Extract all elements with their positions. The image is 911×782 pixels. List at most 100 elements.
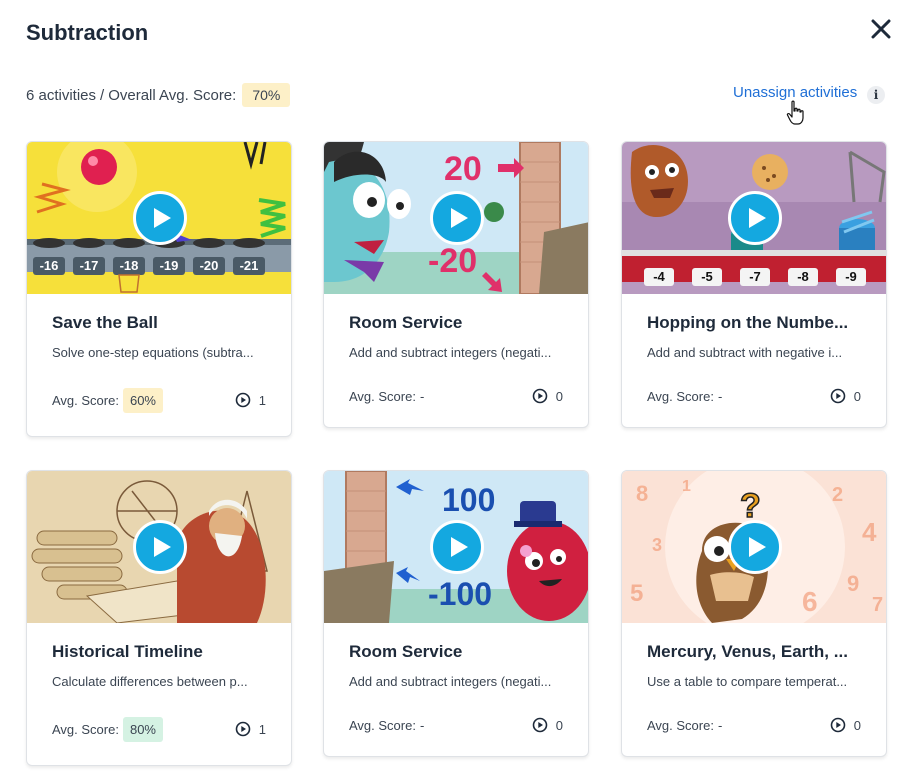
play-count-icon xyxy=(235,392,251,408)
avg-score: Avg. Score: - xyxy=(647,389,722,404)
number-label: -7 xyxy=(749,269,761,284)
play-icon xyxy=(451,208,468,228)
avg-score-value: - xyxy=(717,388,723,404)
number-label: -19 xyxy=(160,258,179,273)
play-icon xyxy=(451,537,468,557)
play-icon xyxy=(154,537,171,557)
play-count-value: 0 xyxy=(555,717,563,733)
activity-description: Add and subtract integers (negati... xyxy=(349,674,552,689)
play-count-value: 1 xyxy=(258,392,266,408)
activity-title: Room Service xyxy=(349,313,463,332)
overall-score-badge: 70% xyxy=(242,83,291,107)
play-button[interactable] xyxy=(728,191,782,245)
activity-thumbnail[interactable]: -16 -17 -18 -19 -20 -21 xyxy=(27,142,291,294)
activity-summary: 6 activities / Overall Avg. Score: 70% xyxy=(26,82,291,108)
play-count-icon xyxy=(235,721,251,737)
avg-score: Avg. Score: - xyxy=(647,718,722,733)
activity-title: Hopping on the Numbe... xyxy=(647,313,849,332)
hand-pointer-icon xyxy=(786,100,804,125)
number-label: -100 xyxy=(428,576,492,612)
avg-score-value: - xyxy=(717,717,723,733)
play-button[interactable] xyxy=(133,191,187,245)
play-button[interactable] xyxy=(728,520,782,574)
play-count: 0 xyxy=(532,388,563,404)
play-count-value: 0 xyxy=(853,388,861,404)
play-count-value: 0 xyxy=(555,388,563,404)
activity-title: Save the Ball xyxy=(52,313,158,332)
number-label: -4 xyxy=(653,269,665,284)
activity-card[interactable]: Historical Timeline Calculate difference… xyxy=(26,470,292,766)
avg-score: Avg. Score: - xyxy=(349,718,424,733)
avg-score-value: - xyxy=(419,717,425,733)
unassign-activities-link[interactable]: Unassign activities xyxy=(733,84,857,101)
activity-thumbnail[interactable]: 20 -20 xyxy=(324,142,588,294)
avg-score-label: Avg. Score: xyxy=(52,721,119,737)
activity-title: Historical Timeline xyxy=(52,642,203,661)
info-icon[interactable]: i xyxy=(867,86,885,104)
number-label: -9 xyxy=(845,269,857,284)
activity-description: Solve one-step equations (subtra... xyxy=(52,345,254,360)
svg-text:1: 1 xyxy=(682,478,691,495)
close-icon[interactable] xyxy=(866,14,896,44)
activity-thumbnail[interactable]: 8 3 5 2 4 9 6 1 7 ? xyxy=(622,471,886,623)
activity-card[interactable]: 100 -100 Room Service Add and subtract i… xyxy=(323,470,589,757)
activity-card[interactable]: -16 -17 -18 -19 -20 -21 Save the Ball So… xyxy=(26,141,292,437)
overall-score-label: Overall Avg. Score: xyxy=(108,86,237,104)
avg-score: Avg. Score: 80% xyxy=(52,716,163,742)
activity-card[interactable]: 8 3 5 2 4 9 6 1 7 ? Mercury, Venus, Eart… xyxy=(621,470,887,757)
svg-text:2: 2 xyxy=(832,484,843,506)
activity-title: Room Service xyxy=(349,642,463,661)
number-label: -8 xyxy=(797,269,809,284)
activity-description: Use a table to compare temperat... xyxy=(647,674,848,689)
play-count-value: 0 xyxy=(853,717,861,733)
activity-description: Add and subtract integers (negati... xyxy=(349,345,552,360)
avg-score-badge: 60% xyxy=(122,387,163,413)
activity-card[interactable]: 20 -20 Room Service Add and subtract int… xyxy=(323,141,589,428)
play-count: 0 xyxy=(532,717,563,733)
number-label: -20 xyxy=(428,242,477,280)
play-count-icon xyxy=(532,388,548,404)
number-label: -21 xyxy=(240,258,259,273)
activity-thumbnail[interactable]: 100 -100 xyxy=(324,471,588,623)
number-label: 100 xyxy=(442,482,495,518)
play-button[interactable] xyxy=(430,191,484,245)
avg-score-label: Avg. Score: xyxy=(349,388,416,404)
number-label: -17 xyxy=(80,258,99,273)
number-label: -18 xyxy=(120,258,139,273)
activity-description: Calculate differences between p... xyxy=(52,674,248,689)
play-count-icon xyxy=(830,388,846,404)
play-button[interactable] xyxy=(133,520,187,574)
svg-text:6: 6 xyxy=(802,586,818,617)
avg-score: Avg. Score: - xyxy=(349,389,424,404)
play-count: 0 xyxy=(830,717,861,733)
avg-score-label: Avg. Score: xyxy=(349,717,416,733)
activity-title: Mercury, Venus, Earth, ... xyxy=(647,642,848,661)
svg-text:5: 5 xyxy=(630,580,643,607)
play-icon xyxy=(154,208,171,228)
activity-count: 6 activities xyxy=(26,86,97,104)
play-button[interactable] xyxy=(430,520,484,574)
svg-text:8: 8 xyxy=(636,481,648,506)
play-icon xyxy=(749,208,766,228)
activity-thumbnail[interactable]: -4 -5 -7 -8 -9 xyxy=(622,142,886,294)
avg-score-value: - xyxy=(419,388,425,404)
activity-description: Add and subtract with negative i... xyxy=(647,345,843,360)
activity-card[interactable]: -4 -5 -7 -8 -9 Hopping on the Numbe... A… xyxy=(621,141,887,428)
number-label: -5 xyxy=(701,269,713,284)
page-title: Subtraction xyxy=(26,20,149,45)
avg-score-badge: 80% xyxy=(122,716,163,742)
number-label: -20 xyxy=(200,258,219,273)
number-label: -16 xyxy=(40,258,59,273)
play-count-icon xyxy=(532,717,548,733)
activity-thumbnail[interactable] xyxy=(27,471,291,623)
avg-score-label: Avg. Score: xyxy=(647,388,714,404)
avg-score-label: Avg. Score: xyxy=(647,717,714,733)
svg-text:9: 9 xyxy=(847,571,859,596)
svg-text:3: 3 xyxy=(652,535,662,555)
summary-separator: / xyxy=(100,86,105,104)
svg-text:4: 4 xyxy=(862,517,877,547)
play-count-icon xyxy=(830,717,846,733)
play-count-value: 1 xyxy=(258,721,266,737)
avg-score-label: Avg. Score: xyxy=(52,392,119,408)
close-button[interactable] xyxy=(866,14,896,44)
